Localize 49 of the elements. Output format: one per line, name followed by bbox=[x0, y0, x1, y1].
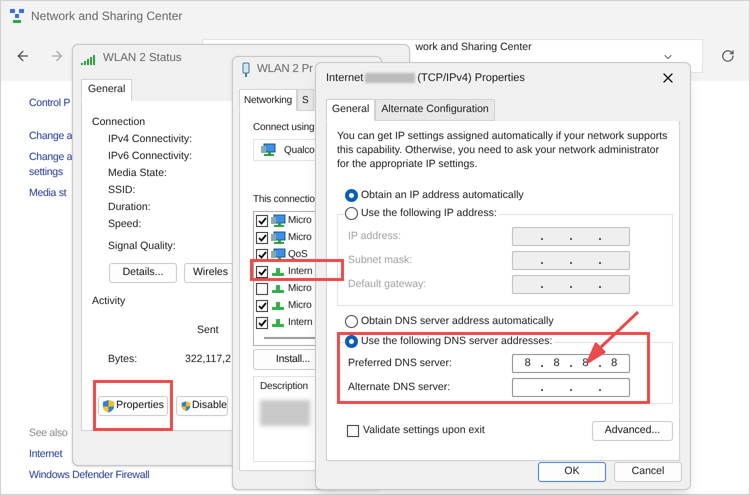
radio-label: Use the following DNS server addresses: bbox=[361, 334, 552, 349]
see-also-heading: See also bbox=[29, 426, 68, 441]
section-label: Connect using bbox=[253, 121, 314, 135]
tab[interactable]: General bbox=[81, 79, 132, 101]
section-label: This connectio bbox=[253, 193, 315, 207]
window-title: WLAN 2 Pr bbox=[257, 62, 313, 78]
tab[interactable]: General bbox=[326, 99, 376, 121]
field-label: IPv4 Connectivity: bbox=[108, 132, 192, 147]
window-title: WLAN 2 Status bbox=[103, 51, 182, 66]
control-panel-link[interactable]: Control P bbox=[29, 95, 70, 111]
advanced-button[interactable]: Advanced... bbox=[592, 421, 673, 441]
field-label: Media State: bbox=[108, 166, 167, 181]
window-title: Network and Sharing Center bbox=[31, 8, 182, 25]
bytes-value: 322,117,2 bbox=[185, 352, 231, 366]
wireless-properties-button[interactable]: Wireles bbox=[184, 263, 234, 283]
task-link[interactable]: Change a settings bbox=[29, 150, 72, 180]
field-label: Bytes: bbox=[108, 352, 138, 366]
details-button[interactable]: Details... bbox=[109, 263, 177, 283]
checkbox-label: Validate settings upon exit bbox=[363, 423, 485, 438]
radio-label: Use the following IP address: bbox=[361, 206, 497, 221]
field-label: IPv6 Connectivity: bbox=[108, 149, 192, 164]
address-text: work and Sharing Center bbox=[415, 41, 532, 53]
see-also-link[interactable]: Internet bbox=[29, 447, 62, 462]
field-label: Default gateway: bbox=[348, 276, 426, 292]
task-link[interactable]: Change a bbox=[29, 129, 72, 144]
window-title: Internet (TCP/IPv4) Properties bbox=[326, 70, 525, 86]
field-label: Subnet mask: bbox=[348, 252, 412, 268]
section-heading: Activity bbox=[92, 294, 126, 308]
tab[interactable]: S bbox=[297, 89, 314, 111]
field-label: Duration: bbox=[108, 200, 151, 215]
field-label: Speed: bbox=[108, 217, 142, 232]
field-label: Alternate DNS server: bbox=[348, 380, 450, 395]
task-link[interactable]: Media st bbox=[29, 186, 66, 201]
disable-button[interactable]: Disable bbox=[176, 396, 228, 416]
radio-label: Obtain DNS server address automatically bbox=[361, 314, 554, 329]
section-heading: Connection bbox=[92, 115, 146, 129]
field-label: IP address: bbox=[348, 228, 401, 244]
dialog-button[interactable]: OK bbox=[538, 462, 606, 482]
properties-button[interactable]: Properties bbox=[98, 396, 168, 416]
dialog-button[interactable]: Cancel bbox=[614, 462, 682, 482]
tab[interactable]: Networking bbox=[239, 89, 298, 111]
radio-label: Obtain an IP address automatically bbox=[361, 188, 524, 203]
see-also-link[interactable]: Windows Defender Firewall bbox=[29, 468, 150, 483]
field-label: Preferred DNS server: bbox=[348, 356, 452, 371]
section-label: Description bbox=[260, 380, 308, 394]
column-heading: Sent bbox=[197, 323, 219, 337]
tab[interactable]: Alternate Configuration bbox=[375, 99, 495, 121]
field-label: Signal Quality: bbox=[108, 239, 176, 254]
field-label: SSID: bbox=[108, 183, 136, 198]
